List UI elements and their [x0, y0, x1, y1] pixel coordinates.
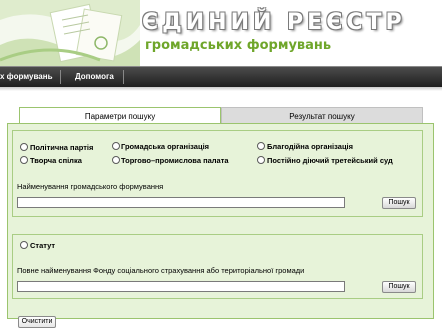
tab-search-parameters[interactable]: Параметри пошуку	[19, 107, 221, 124]
radio-arbitration-court[interactable]	[257, 156, 265, 164]
site-header: ЄДИНИЙ РЕЄСТР громадських формувань	[0, 0, 442, 66]
statute-search-button[interactable]: Пошук	[382, 281, 416, 293]
radio-political-party[interactable]	[20, 143, 28, 151]
clear-button[interactable]: Очистити	[18, 316, 56, 328]
label-political-party: Політична партія	[30, 143, 94, 152]
label-statute: Статут	[30, 241, 56, 250]
search-button[interactable]: Пошук	[382, 197, 416, 209]
radio-creative-union[interactable]	[20, 156, 28, 164]
nav-item-help[interactable]: Допомога	[75, 72, 114, 81]
organization-name-input[interactable]	[17, 197, 345, 208]
radio-public-organization[interactable]	[112, 142, 120, 150]
navbar-shadow	[0, 87, 442, 91]
fund-name-input[interactable]	[17, 281, 345, 292]
nav-separator	[60, 70, 61, 84]
fund-name-label: Повне найменування Фонду соціального стр…	[17, 266, 305, 275]
radio-charity-organization[interactable]	[257, 142, 265, 150]
label-creative-union: Творча спілка	[30, 156, 82, 165]
site-subtitle: громадських формувань	[145, 38, 332, 53]
radio-chamber-of-commerce[interactable]	[112, 156, 120, 164]
label-arbitration-court: Постійно діючий третейський суд	[267, 156, 393, 165]
nav-separator	[123, 70, 124, 84]
tab-search-results[interactable]: Результат пошуку	[221, 107, 423, 124]
nav-item-registry[interactable]: х формувань	[0, 72, 53, 81]
site-title: ЄДИНИЙ РЕЄСТР	[142, 10, 406, 35]
header-documents-illustration	[0, 0, 140, 66]
label-charity-organization: Благодійна організація	[267, 142, 354, 151]
main-navbar: х формувань Допомога	[0, 66, 442, 87]
radio-statute[interactable]	[20, 241, 28, 249]
label-public-organization: Громадська організація	[121, 142, 210, 151]
label-chamber-of-commerce: Торгово–промислова палата	[121, 156, 229, 165]
name-field-label: Найменування громадського формування	[17, 182, 164, 191]
